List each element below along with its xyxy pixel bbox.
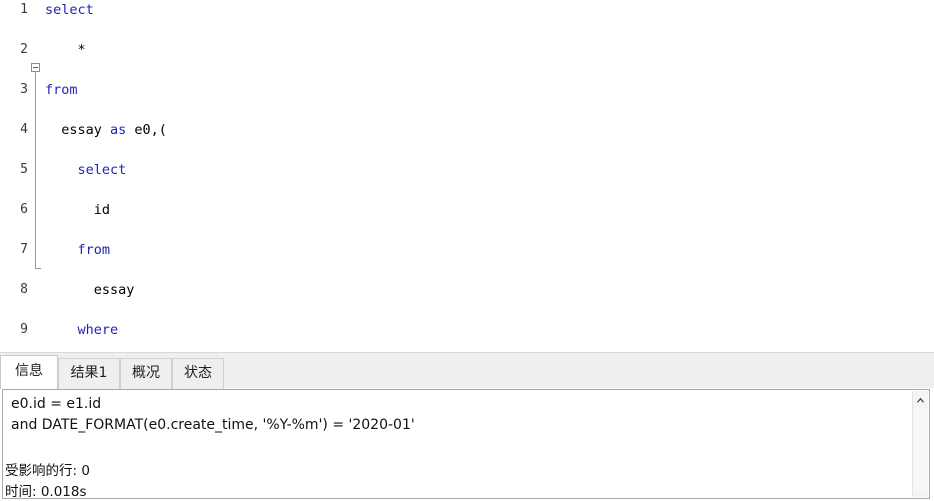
result-tabstrip: 信息 结果1 概况 状态 <box>0 352 934 389</box>
code-token-fn <box>45 322 78 338</box>
message-line: 受影响的行: 0 <box>5 463 90 479</box>
code-line-list: 1 select 2 * 3 from 4 essay as e0,( 5 select 6 … <box>0 0 934 340</box>
code-text: from <box>45 80 78 100</box>
line-number: 4 <box>20 122 28 137</box>
line-number: 7 <box>20 242 28 257</box>
message-line: e0.id = e1.id <box>11 396 102 412</box>
code-token-fn: * <box>45 42 86 58</box>
tab-3[interactable]: 概况 <box>120 358 172 389</box>
code-text: id <box>45 200 110 220</box>
line-number: 5 <box>20 162 28 177</box>
code-line[interactable]: 9 where <box>0 320 934 340</box>
message-line: and DATE_FORMAT(e0.create_time, '%Y-%m')… <box>11 417 415 433</box>
code-token-kw: where <box>77 322 119 338</box>
code-token-fn: e0,( <box>126 122 167 138</box>
code-line[interactable]: 1 select <box>0 0 934 20</box>
code-line[interactable]: 5 select <box>0 160 934 180</box>
line-number: 3 <box>20 82 28 97</box>
code-token-fn: id <box>45 202 111 218</box>
code-token-kw: from <box>45 82 78 98</box>
line-number: 2 <box>20 42 28 57</box>
code-line[interactable]: 3 from <box>0 80 934 100</box>
code-text: * <box>45 40 86 60</box>
scrollbar-thumb[interactable] <box>914 409 927 491</box>
message-panel[interactable]: e0.id = e1.id and DATE_FORMAT(e0.create_t… <box>2 389 930 499</box>
line-number: 8 <box>20 282 28 297</box>
tab-4[interactable]: 状态 <box>172 358 224 389</box>
code-text: where <box>45 320 119 340</box>
code-line[interactable]: 8 essay <box>0 280 934 300</box>
code-line[interactable]: 6 id <box>0 200 934 220</box>
code-token-kw: from <box>77 242 111 258</box>
code-text: select <box>45 160 127 180</box>
code-token-kw: select <box>45 2 94 18</box>
tab-1[interactable]: 信息 <box>0 355 58 389</box>
code-text: select <box>45 0 94 20</box>
code-fold-guide-foot <box>35 268 41 269</box>
code-text: from <box>45 240 111 260</box>
line-number: 1 <box>20 2 28 17</box>
sql-editor[interactable]: 1 select 2 * 3 from 4 essay as e0,( 5 select 6 … <box>0 0 934 352</box>
code-fold-guide-line <box>35 72 36 268</box>
code-token-fn <box>45 162 78 178</box>
line-number: 6 <box>20 202 28 217</box>
message-panel-scrollbar[interactable] <box>912 391 928 497</box>
tab-2[interactable]: 结果1 <box>58 358 120 389</box>
code-token-fn: essay <box>45 122 111 138</box>
line-number: 9 <box>20 322 28 337</box>
code-token-kw: as <box>110 122 127 138</box>
code-text: essay as e0,( <box>45 120 167 140</box>
code-fold-collapse-icon[interactable] <box>31 63 40 72</box>
chevron-up-icon[interactable] <box>913 391 928 408</box>
code-token-fn <box>45 242 78 258</box>
code-line[interactable]: 2 * <box>0 40 934 60</box>
code-line[interactable]: 4 essay as e0,( <box>0 120 934 140</box>
message-line: 时间: 0.018s <box>5 484 87 499</box>
code-token-fn: essay <box>45 282 135 298</box>
code-text: essay <box>45 280 135 300</box>
code-token-kw: select <box>77 162 127 178</box>
code-line[interactable]: 7 from <box>0 240 934 260</box>
